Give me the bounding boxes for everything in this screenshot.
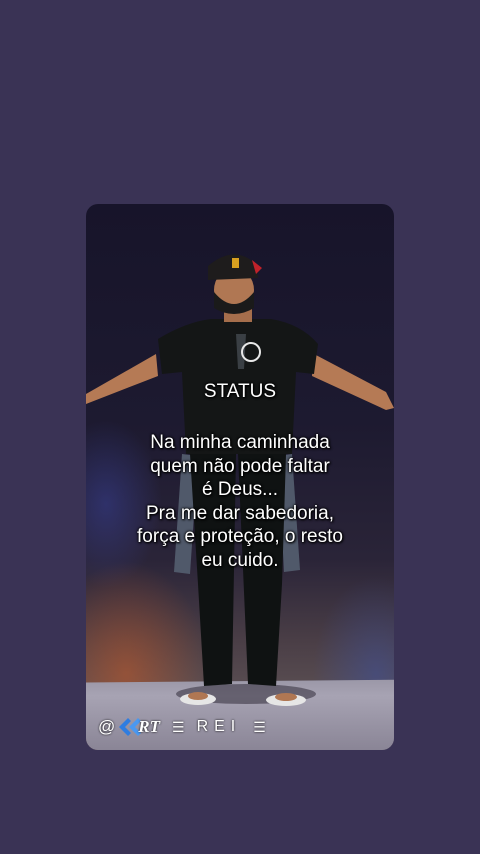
status-title: STATUS	[203, 381, 277, 402]
watermark-footer: @ RT ☰ REI ☰	[98, 712, 278, 742]
bars-left-glyph: ☰	[172, 718, 185, 735]
status-line: Pra me dar sabedoria,	[146, 502, 334, 524]
player-name: REI	[196, 718, 242, 735]
status-text-overlay: STATUS Na minha caminhada quem não pode …	[86, 380, 394, 572]
status-line: força e proteção, o resto	[137, 526, 343, 547]
status-line: Na minha caminhada	[150, 432, 330, 453]
bars-right-glyph: ☰	[253, 718, 266, 735]
status-card: STATUS Na minha caminhada quem não pode …	[86, 204, 394, 750]
status-line: eu cuido.	[201, 549, 279, 571]
status-line: quem não pode faltar	[150, 455, 330, 477]
at-symbol: @	[98, 717, 116, 736]
status-line: é Deus...	[201, 479, 279, 500]
logo-text: RT	[138, 717, 160, 736]
